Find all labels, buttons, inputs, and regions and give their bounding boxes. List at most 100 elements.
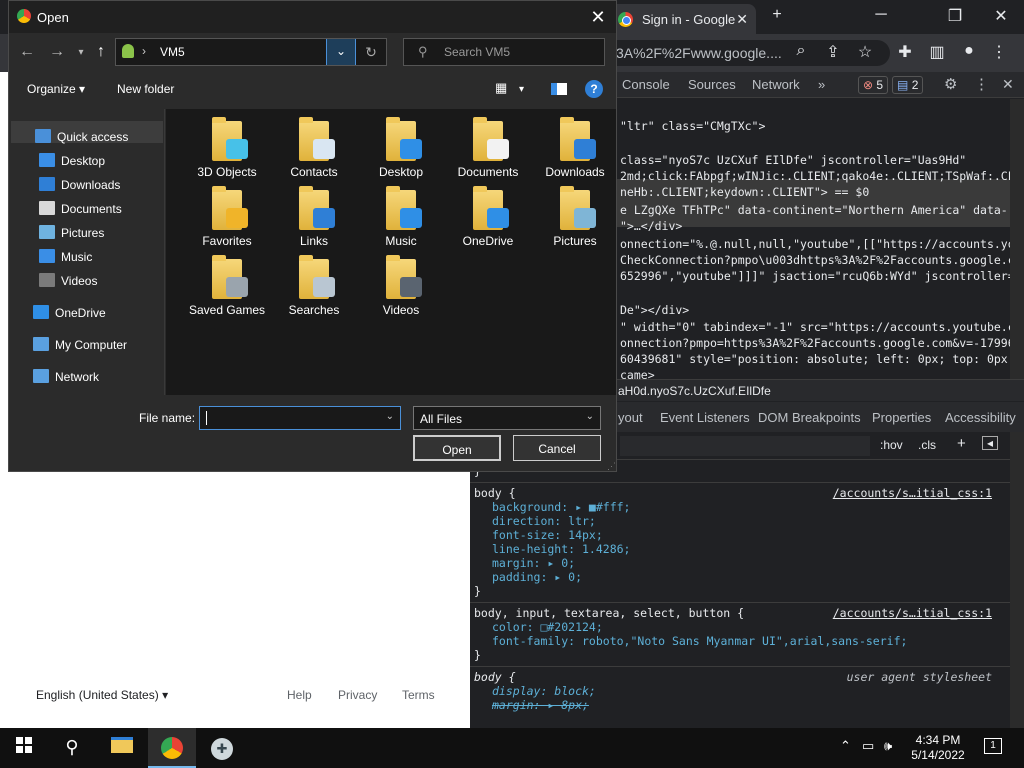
elements-line[interactable]: class="nyoS7c UzCXuf EIlDfe" jscontrolle… — [620, 153, 966, 167]
subtab-layout[interactable]: yout — [618, 410, 643, 425]
styles-pane[interactable]: } body { /accounts/s…itial_css:1 backgro… — [470, 460, 1010, 728]
taskbar-search-icon[interactable]: ⚲ — [48, 728, 96, 768]
file-explorer-taskbar-button[interactable] — [98, 728, 146, 768]
folder-links[interactable]: Links — [271, 186, 357, 249]
style-property[interactable]: line-height: 1.4286; — [492, 542, 630, 556]
elements-line[interactable]: e LZgQXe TFhTPc" data-continent="Norther… — [620, 203, 1008, 217]
devtools-close-icon[interactable]: ✕ — [1002, 76, 1014, 93]
organize-button[interactable]: Organize ▾ — [27, 82, 85, 96]
tab-console[interactable]: Console — [622, 77, 670, 92]
elements-line[interactable]: "ltr" class="CMgTXc"> — [620, 119, 765, 133]
style-property[interactable]: color: □#202124; — [492, 620, 603, 634]
folder-desktop[interactable]: Desktop — [358, 117, 444, 180]
subtab-properties[interactable]: Properties — [872, 410, 931, 425]
subtab-dom-breakpoints[interactable]: DOM Breakpoints — [758, 410, 861, 425]
folder-onedrive[interactable]: OneDrive — [445, 186, 531, 249]
folder-pictures[interactable]: Pictures — [532, 186, 618, 249]
nav-item-my-computer[interactable]: My Computer — [33, 333, 127, 355]
cancel-button[interactable]: Cancel — [513, 435, 601, 461]
style-property[interactable]: padding: ▸ 0; — [492, 570, 582, 584]
view-options-icon[interactable]: ▦ — [495, 80, 507, 96]
nav-item-music[interactable]: Music — [39, 245, 92, 267]
computed-sidebar-toggle-icon[interactable]: ◂ — [982, 436, 998, 450]
tab-network[interactable]: Network — [752, 77, 800, 92]
nav-item-onedrive[interactable]: OneDrive — [33, 301, 106, 323]
style-property[interactable]: font-size: 14px; — [492, 528, 603, 542]
elements-line[interactable]: came> — [620, 368, 655, 379]
new-style-rule-button[interactable]: + — [957, 435, 966, 452]
recent-locations-chevron-icon[interactable]: ▾ — [71, 47, 91, 58]
elements-line[interactable]: neHb:.CLIENT;keydown:.CLIENT"> == $0 — [620, 185, 869, 199]
notification-center-icon[interactable]: 1 — [984, 738, 1002, 754]
resize-grip-icon[interactable]: ⋰ — [607, 461, 616, 472]
volume-icon[interactable]: 🕪 — [884, 738, 892, 754]
zoom-icon[interactable]: ⌕ — [790, 42, 812, 64]
extensions-puzzle-icon[interactable]: ✚ — [894, 42, 916, 64]
taskbar-clock[interactable]: 4:34 PM 5/14/2022 — [900, 733, 976, 763]
message-badge[interactable]: ▤ 2 — [892, 76, 924, 94]
chrome-menu-icon[interactable]: ⋮ — [988, 42, 1010, 64]
window-close-button[interactable]: ✕ — [986, 6, 1016, 26]
folder-downloads[interactable]: Downloads — [532, 117, 618, 180]
terms-link[interactable]: Terms — [402, 688, 435, 702]
style-property[interactable]: margin: ▸ 0; — [492, 556, 575, 570]
nav-item-pictures[interactable]: Pictures📌 — [39, 221, 191, 243]
nav-item-downloads[interactable]: Downloads📌 — [39, 173, 191, 195]
subtab-accessibility[interactable]: Accessibility — [945, 410, 1016, 425]
style-property[interactable]: font-family: roboto,"Noto Sans Myanmar U… — [492, 634, 907, 648]
style-property[interactable]: background: ▸ ■#fff; — [492, 500, 630, 514]
file-type-select[interactable]: All Files ⌄ — [413, 406, 601, 430]
error-badge[interactable]: ⊗ 5 — [858, 76, 889, 94]
new-tab-button[interactable]: + — [762, 6, 792, 24]
up-arrow-icon[interactable]: ↑ — [91, 43, 111, 61]
elements-line[interactable]: " width="0" tabindex="-1" src="https://a… — [620, 320, 1010, 334]
view-options-chevron-icon[interactable]: ▾ — [519, 84, 524, 95]
window-minimize-button[interactable]: ─ — [866, 6, 896, 24]
style-property[interactable]: direction: ltr; — [492, 514, 596, 528]
subtab-event-listeners[interactable]: Event Listeners — [660, 410, 750, 425]
folder-3d-objects[interactable]: 3D Objects — [184, 117, 270, 180]
chrome-tab-sign-in[interactable]: Sign in - Google ✕ — [608, 4, 756, 34]
file-list-view[interactable]: 3D Objects Contacts Desktop Documents Downlo… — [166, 109, 616, 395]
search-input[interactable]: ⚲ Search VM5 — [403, 38, 605, 66]
elements-line[interactable]: 2md;click:FAbpgf;wINJic:.CLIENT;qako4e:.… — [620, 169, 1010, 183]
nav-item-documents[interactable]: Documents📌 — [39, 197, 191, 219]
elements-line[interactable]: De"></div> — [620, 303, 689, 317]
rule2-source-link[interactable]: /accounts/s…itial_css:1 — [833, 606, 992, 620]
help-link[interactable]: Help — [287, 688, 312, 702]
dialog-close-button[interactable]: ✕ — [588, 7, 608, 28]
elements-line[interactable]: 60439681" style="position: absolute; lef… — [620, 352, 1010, 366]
address-bar[interactable]: 3A%2F%2Fwww.google.... — [600, 40, 890, 66]
tab-close-icon[interactable]: ✕ — [736, 11, 748, 28]
elements-line[interactable]: ">…</div> — [620, 219, 682, 233]
network-icon[interactable]: ▭ — [862, 738, 874, 754]
styles-scrollbar[interactable] — [1010, 432, 1024, 728]
tab-sources[interactable]: Sources — [688, 77, 736, 92]
nav-item-network[interactable]: Network — [33, 365, 99, 387]
path-segment-vm5[interactable]: VM5 — [160, 45, 185, 59]
folder-videos[interactable]: Videos — [358, 255, 444, 318]
devtools-settings-icon[interactable]: ⚙ — [944, 75, 957, 93]
nav-item-desktop[interactable]: Desktop📌 — [39, 149, 191, 171]
preview-pane-icon[interactable] — [551, 83, 567, 95]
path-address-bar[interactable]: › VM5 ⌄ ↻ — [115, 38, 387, 66]
more-tabs-button[interactable]: » — [818, 77, 825, 92]
elements-line[interactable]: 652996","youtube"]]]" jsaction="rcuQ6b:W… — [620, 269, 1010, 283]
styles-filter-input[interactable] — [620, 436, 870, 456]
new-folder-button[interactable]: New folder — [117, 82, 174, 96]
refresh-icon[interactable]: ↻ — [356, 39, 386, 65]
folder-saved-games[interactable]: Saved Games — [184, 255, 270, 318]
forward-arrow-icon[interactable]: → — [47, 43, 67, 61]
tray-chevron-icon[interactable]: ⌃ — [840, 738, 851, 754]
style-property[interactable]: display: block; — [492, 684, 596, 698]
address-dropdown-chevron-icon[interactable]: ⌄ — [326, 39, 356, 65]
nav-item-quick-access[interactable]: Quick access — [35, 125, 128, 147]
file-name-history-chevron-icon[interactable]: ⌄ — [386, 411, 394, 422]
devtools-menu-icon[interactable]: ⋮ — [974, 75, 989, 93]
tool-taskbar-button[interactable]: ✚ — [198, 728, 246, 768]
rule1-source-link[interactable]: /accounts/s…itial_css:1 — [833, 486, 992, 500]
folder-searches[interactable]: Searches — [271, 255, 357, 318]
folder-documents[interactable]: Documents — [445, 117, 531, 180]
back-arrow-icon[interactable]: ← — [17, 43, 37, 61]
style-property[interactable]: margin: ▸ 8px; — [492, 698, 589, 712]
